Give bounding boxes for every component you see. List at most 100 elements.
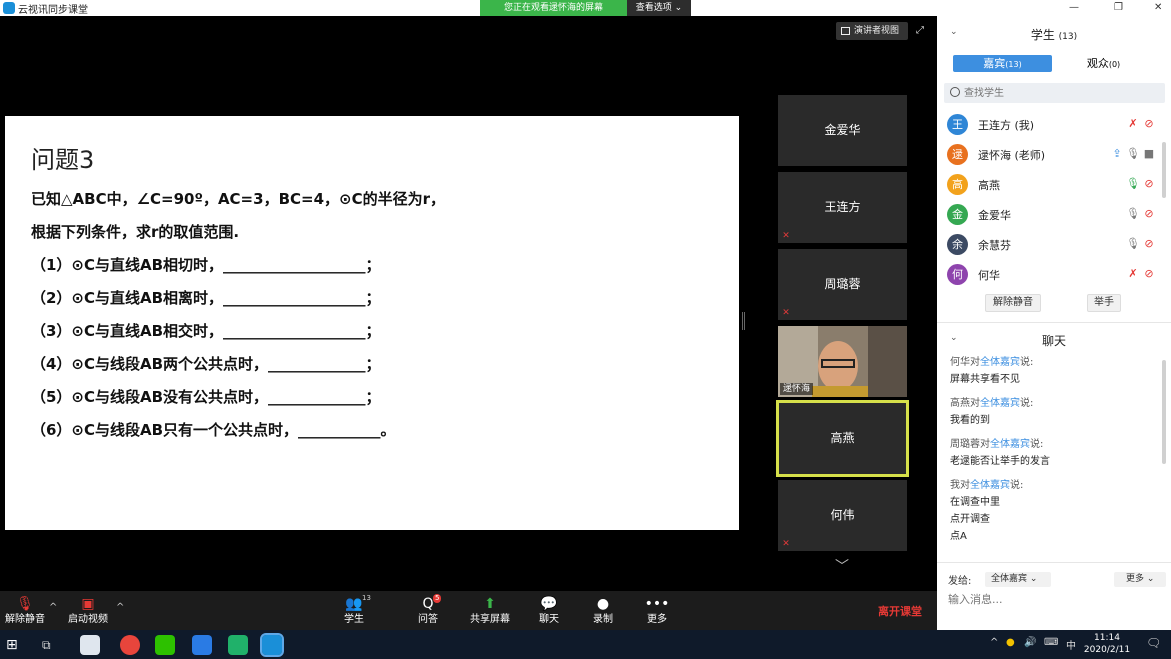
send-to-select[interactable]: 全体嘉宾 ⌄ <box>985 572 1051 587</box>
students-section-header[interactable]: ⌄ 学生 (13) <box>937 24 1171 44</box>
mic-muted-icon[interactable]: ✗ <box>1125 117 1141 130</box>
view-options-button[interactable]: 查看选项 ⌄ <box>627 0 691 16</box>
meeting-app-icon[interactable] <box>228 635 248 655</box>
chat-section-header[interactable]: ⌄ 聊天 <box>937 330 1171 350</box>
slide-line: （5）⊙C与线段AB没有公共点时，_____________； <box>31 388 381 406</box>
unmute-all-button[interactable]: 解除静音 <box>985 294 1041 312</box>
video-tile[interactable]: 周璐蓉 ✕ <box>778 249 907 320</box>
mic-muted-icon: ✕ <box>782 231 790 241</box>
video-tile[interactable]: 何伟 ✕ <box>778 480 907 551</box>
camera-off-icon[interactable]: ⊘ <box>1141 207 1157 220</box>
side-panel: — ❐ ✕ ⌄ 学生 (13) 嘉宾(13) 观众(0) 王王连方 (我)✗⊘逯… <box>937 0 1171 630</box>
qa-button[interactable]: Q 5 问答 <box>403 594 453 629</box>
unmute-button[interactable]: 🎙 解除静音 <box>0 595 50 629</box>
member-row[interactable]: 何何华 ✗ ⊘ <box>947 263 1157 287</box>
chat-sender: 高燕对 <box>950 398 980 409</box>
chat-suffix: 说: <box>1010 480 1024 491</box>
avatar: 金 <box>947 204 968 225</box>
os-taskbar: ⊞ ⧉ ^ ● 🔊 ⌨ 中 11:14 2020/2/11 🗨 <box>0 630 1171 659</box>
camera-off-icon[interactable]: ⊘ <box>1141 177 1157 190</box>
tab-audience[interactable]: 观众(0) <box>1054 55 1153 72</box>
caret-up-icon[interactable]: ^ <box>49 602 57 613</box>
chat-suffix: 说: <box>1020 398 1034 409</box>
leave-class-button[interactable]: 离开课堂 <box>878 603 922 619</box>
record-button[interactable]: ● 录制 <box>578 595 628 629</box>
mic-muted-icon: 🎙 <box>16 596 34 612</box>
students-button[interactable]: 👥 13 学生 <box>329 594 379 629</box>
mic-icon[interactable]: 🎙 <box>1125 177 1141 190</box>
task-view-icon[interactable]: ⧉ <box>42 635 62 655</box>
windows-start-icon[interactable]: ⊞ <box>6 635 26 655</box>
wps-icon[interactable] <box>192 635 212 655</box>
mic-icon[interactable]: 🎙 <box>1125 207 1141 220</box>
tray-app-icon[interactable]: ● <box>1006 637 1015 648</box>
volume-icon[interactable]: 🔊 <box>1024 637 1036 648</box>
member-list-scrollbar[interactable] <box>1162 142 1166 198</box>
camera-off-icon[interactable]: ⊘ <box>1141 117 1157 130</box>
slide-line: （3）⊙C与直线AB相交时，___________________； <box>31 322 381 340</box>
avatar: 逯 <box>947 144 968 165</box>
chat-scrollbar[interactable] <box>1162 360 1166 464</box>
avatar: 王 <box>947 114 968 135</box>
member-row[interactable]: 王王连方 (我) ✗ ⊘ <box>947 113 1157 137</box>
chat-more-select[interactable]: 更多 ⌄ <box>1114 572 1166 587</box>
participant-tabs: 嘉宾(13) 观众(0) <box>953 55 1153 72</box>
student-search-input[interactable] <box>964 85 1159 101</box>
share-icon: ⇪ <box>1112 147 1122 160</box>
member-row[interactable]: 逯逯怀海 (老师) ⇪ 🎙 ■ <box>947 143 1157 167</box>
shared-slide: 问题3 已知△ABC中，∠C=90º，AC=3，BC=4，⊙C的半径为r， 根据… <box>5 116 739 530</box>
slide-line: （4）⊙C与线段AB两个公共点时，_____________； <box>31 355 381 373</box>
camera-off-icon[interactable]: ⊘ <box>1141 267 1157 280</box>
member-name: 王连方 (我) <box>978 119 1035 132</box>
member-row[interactable]: 余余慧芬 🎙 ⊘ <box>947 233 1157 257</box>
notification-icon[interactable]: 🗨 <box>1146 636 1161 650</box>
system-clock[interactable]: 11:14 2020/2/11 <box>1082 632 1132 656</box>
video-tile[interactable]: 金爱华 <box>778 95 907 166</box>
chevron-down-icon[interactable]: ﹀ <box>829 560 855 574</box>
slide-line: 已知△ABC中，∠C=90º，AC=3，BC=4，⊙C的半径为r， <box>31 190 445 208</box>
chat-button[interactable]: 💬 聊天 <box>524 595 574 629</box>
mic-muted-icon[interactable]: ✗ <box>1125 267 1141 280</box>
video-tile[interactable]: 王连方 ✕ <box>778 172 907 243</box>
start-video-button[interactable]: ▣ 启动视频 <box>63 595 113 629</box>
restore-icon[interactable]: ❐ <box>1114 2 1123 13</box>
mic-muted-icon: ✕ <box>782 539 790 549</box>
caret-up-icon[interactable]: ^ <box>116 602 124 613</box>
chat-suffix: 说: <box>1020 357 1034 368</box>
chat-bubble-icon: 💬 <box>540 596 558 612</box>
member-row[interactable]: 高高燕 🎙 ⊘ <box>947 173 1157 197</box>
minimize-icon[interactable]: — <box>1069 2 1079 13</box>
mic-icon[interactable]: 🎙 <box>1125 237 1141 250</box>
raise-hand-button[interactable]: 举手 <box>1087 294 1121 312</box>
slide-line: （6）⊙C与线段AB只有一个公共点时，___________。 <box>31 421 396 439</box>
resize-handle[interactable] <box>742 312 745 330</box>
more-button[interactable]: ••• 更多 <box>632 595 682 629</box>
wechat-icon[interactable] <box>155 635 175 655</box>
cloud-classroom-icon[interactable] <box>260 633 284 657</box>
search-icon <box>950 87 960 97</box>
camera-icon[interactable]: ■ <box>1141 147 1157 160</box>
close-icon[interactable]: ✕ <box>1154 2 1162 13</box>
divider <box>937 562 1171 563</box>
chrome-icon[interactable] <box>120 635 140 655</box>
tray-expand-icon[interactable]: ^ <box>990 637 998 648</box>
member-row[interactable]: 金金爱华 🎙 ⊘ <box>947 203 1157 227</box>
presenter-view-button[interactable]: 演讲者视图 <box>836 22 908 40</box>
fullscreen-icon[interactable]: ⤢ <box>916 26 926 36</box>
chat-message-header: 高燕对全体嘉宾说: <box>950 395 1160 412</box>
ime-indicator[interactable]: 中 <box>1066 637 1076 652</box>
app-icon[interactable] <box>80 635 100 655</box>
chat-suffix: 说: <box>1030 439 1044 450</box>
video-tile[interactable]: 逯怀海 <box>778 326 907 397</box>
send-to-label: 发给: <box>948 576 972 587</box>
tab-guests[interactable]: 嘉宾(13) <box>953 55 1052 72</box>
keyboard-icon[interactable]: ⌨ <box>1044 637 1058 648</box>
meeting-toolbar: 🎙 解除静音 ^ ▣ 启动视频 ^ 👥 13 学生 Q 5 问答 ⬆ 共享屏幕 … <box>0 591 937 630</box>
camera-off-icon[interactable]: ⊘ <box>1141 237 1157 250</box>
video-tile-active-speaker[interactable]: 高燕 <box>776 400 909 477</box>
member-name: 金爱华 <box>978 209 1011 222</box>
mic-icon[interactable]: 🎙 <box>1125 147 1141 160</box>
message-input[interactable] <box>948 591 1163 607</box>
share-screen-icon: ⬆ <box>484 596 496 612</box>
share-screen-button[interactable]: ⬆ 共享屏幕 <box>465 595 515 629</box>
